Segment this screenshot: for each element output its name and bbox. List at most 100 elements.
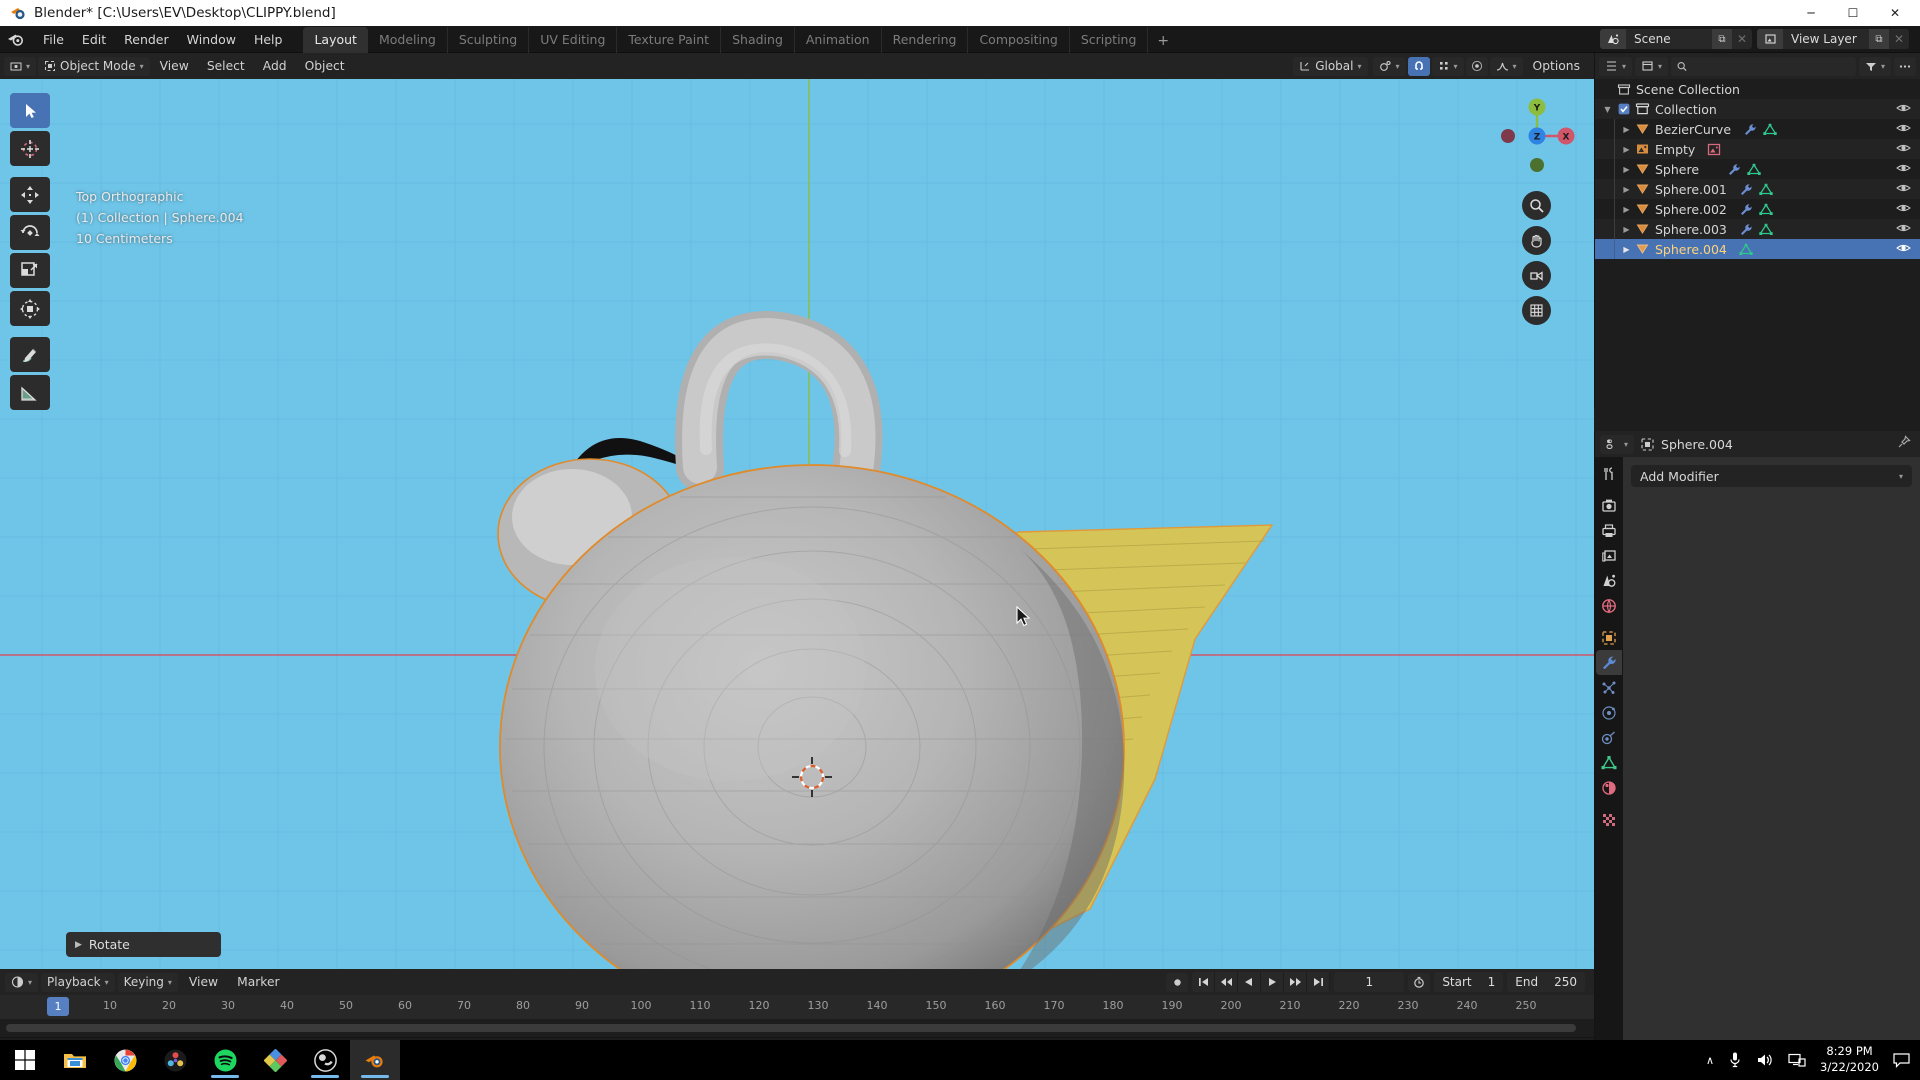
proportional-edit-toggle[interactable] bbox=[1466, 57, 1488, 76]
outliner-search-field[interactable] bbox=[1692, 59, 1850, 73]
maximize-button[interactable]: ☐ bbox=[1832, 0, 1874, 26]
play-reverse-button[interactable] bbox=[1238, 972, 1261, 992]
view-layer-selector[interactable]: View Layer ⧉ ✕ bbox=[1757, 29, 1909, 49]
next-keyframe-button[interactable] bbox=[1284, 972, 1307, 992]
menu-file[interactable]: File bbox=[34, 29, 73, 50]
disclosure-triangle-icon[interactable]: ▶ bbox=[1620, 145, 1633, 154]
timeline-menu-view[interactable]: View bbox=[181, 973, 226, 991]
outliner-row-sphere-003[interactable]: ▶ Sphere.003 bbox=[1595, 219, 1920, 239]
menu-edit[interactable]: Edit bbox=[73, 29, 115, 50]
tab-object[interactable] bbox=[1596, 625, 1622, 650]
viewport-menu-select[interactable]: Select bbox=[199, 57, 253, 75]
tab-physics[interactable] bbox=[1596, 700, 1622, 725]
davinci-resolve-button[interactable] bbox=[150, 1040, 200, 1080]
outliner-row-sphere[interactable]: ▶ Sphere bbox=[1595, 159, 1920, 179]
mic-icon[interactable] bbox=[1728, 1051, 1742, 1069]
outliner-row-beziercurve[interactable]: ▶ BezierCurve bbox=[1595, 119, 1920, 139]
mesh-data-icon[interactable] bbox=[1739, 243, 1753, 256]
outliner-row-sphere-001[interactable]: ▶ Sphere.001 bbox=[1595, 179, 1920, 199]
zoom-icon[interactable] bbox=[1522, 191, 1551, 220]
disclosure-triangle-icon[interactable]: ▶ bbox=[1620, 185, 1633, 194]
jump-to-end-button[interactable] bbox=[1307, 972, 1330, 992]
tool-transform[interactable] bbox=[10, 291, 50, 326]
add-workspace-button[interactable]: + bbox=[1148, 29, 1178, 53]
wrench-icon[interactable] bbox=[1739, 223, 1753, 236]
stopwatch-icon[interactable] bbox=[1408, 973, 1430, 992]
menu-render[interactable]: Render bbox=[115, 29, 178, 50]
tab-rendering[interactable]: Rendering bbox=[882, 27, 969, 53]
auto-keyframe-toggle[interactable] bbox=[1166, 973, 1188, 992]
menu-help[interactable]: Help bbox=[245, 29, 292, 50]
clock[interactable]: 8:29 PM 3/22/2020 bbox=[1820, 1044, 1879, 1075]
mesh-data-icon[interactable] bbox=[1763, 123, 1777, 136]
tool-rotate[interactable] bbox=[10, 215, 50, 250]
3d-viewport[interactable]: Top Orthographic (1) Collection | Sphere… bbox=[0, 79, 1594, 969]
blender-button[interactable] bbox=[350, 1040, 400, 1080]
file-explorer-button[interactable] bbox=[50, 1040, 100, 1080]
mesh-data-icon[interactable] bbox=[1759, 223, 1773, 236]
prev-keyframe-button[interactable] bbox=[1215, 972, 1238, 992]
new-view-layer-button[interactable]: ⧉ bbox=[1869, 29, 1889, 49]
minimize-button[interactable]: ─ bbox=[1790, 0, 1832, 26]
disclosure-triangle-icon[interactable]: ▶ bbox=[1620, 165, 1633, 174]
outliner-display-mode[interactable]: ▾ bbox=[1635, 57, 1668, 76]
network-icon[interactable] bbox=[1788, 1052, 1806, 1068]
tool-measure[interactable] bbox=[10, 375, 50, 410]
jump-to-start-button[interactable] bbox=[1192, 972, 1215, 992]
tab-shading[interactable]: Shading bbox=[721, 27, 795, 53]
paint-net-button[interactable] bbox=[250, 1040, 300, 1080]
tool-cursor[interactable] bbox=[10, 131, 50, 166]
outliner-editor-type[interactable]: ▾ bbox=[1599, 57, 1632, 76]
disclosure-triangle-icon[interactable]: ▶ bbox=[1620, 125, 1633, 134]
frame-range-end[interactable]: End 250 bbox=[1507, 972, 1585, 992]
snap-toggle[interactable] bbox=[1408, 57, 1430, 76]
start-button[interactable] bbox=[0, 1040, 50, 1080]
outliner-row-sphere-004[interactable]: ▶ Sphere.004 bbox=[1595, 239, 1920, 259]
sphere-004-visibility-toggle[interactable] bbox=[1896, 242, 1911, 257]
transform-orientation-selector[interactable]: Global ▾ bbox=[1293, 57, 1367, 76]
timeline-menu-marker[interactable]: Marker bbox=[229, 973, 288, 991]
properties-editor-type[interactable]: ▾ bbox=[1600, 435, 1634, 454]
blender-logo-icon[interactable] bbox=[6, 29, 26, 49]
collection-visibility-toggle[interactable] bbox=[1896, 102, 1911, 117]
camera-icon[interactable] bbox=[1522, 261, 1551, 290]
tool-move[interactable] bbox=[10, 177, 50, 212]
disclosure-triangle-icon[interactable]: ▶ bbox=[1620, 245, 1633, 254]
operator-panel[interactable]: ▶ Rotate bbox=[66, 932, 221, 957]
outliner-options[interactable] bbox=[1894, 57, 1916, 76]
empty-visibility-toggle[interactable] bbox=[1896, 142, 1911, 157]
viewport-menu-add[interactable]: Add bbox=[255, 57, 295, 75]
navigation-gizmo[interactable]: Y X Z bbox=[1494, 93, 1580, 179]
tab-particles[interactable] bbox=[1596, 675, 1622, 700]
tab-render[interactable] bbox=[1596, 493, 1622, 518]
viewport-menu-object[interactable]: Object bbox=[297, 57, 353, 75]
timeline-editor-type[interactable]: ▾ bbox=[5, 973, 38, 992]
tab-compositing[interactable]: Compositing bbox=[968, 27, 1069, 53]
proportional-falloff-selector[interactable]: ▾ bbox=[1490, 57, 1523, 76]
outliner-row-collection[interactable]: ▼ Collection bbox=[1595, 99, 1920, 119]
editor-type-selector[interactable]: ▾ bbox=[4, 57, 36, 76]
tab-layout[interactable]: Layout bbox=[303, 27, 368, 53]
grid-icon[interactable] bbox=[1522, 296, 1551, 325]
playhead[interactable]: 1 bbox=[47, 997, 69, 1016]
tab-material[interactable] bbox=[1596, 775, 1622, 800]
sphere-003-visibility-toggle[interactable] bbox=[1896, 222, 1911, 237]
tab-animation[interactable]: Animation bbox=[795, 27, 882, 53]
tab-output[interactable] bbox=[1596, 518, 1622, 543]
wrench-icon[interactable] bbox=[1727, 163, 1741, 176]
spotify-button[interactable] bbox=[200, 1040, 250, 1080]
tab-texture[interactable] bbox=[1596, 807, 1622, 832]
disclosure-triangle-icon[interactable]: ▶ bbox=[1620, 225, 1633, 234]
mesh-data-icon[interactable] bbox=[1759, 203, 1773, 216]
viewport-options-button[interactable]: Options bbox=[1525, 57, 1588, 75]
chrome-button[interactable] bbox=[100, 1040, 150, 1080]
snap-settings[interactable]: ▾ bbox=[1432, 57, 1464, 76]
tab-modeling[interactable]: Modeling bbox=[368, 27, 448, 53]
wrench-icon[interactable] bbox=[1739, 183, 1753, 196]
tab-sculpting[interactable]: Sculpting bbox=[448, 27, 529, 53]
outliner-row-empty[interactable]: ▶ Empty bbox=[1595, 139, 1920, 159]
image-icon[interactable] bbox=[1707, 143, 1721, 156]
pin-icon[interactable] bbox=[1897, 435, 1915, 453]
notification-icon[interactable] bbox=[1893, 1053, 1910, 1068]
obs-studio-button[interactable] bbox=[300, 1040, 350, 1080]
